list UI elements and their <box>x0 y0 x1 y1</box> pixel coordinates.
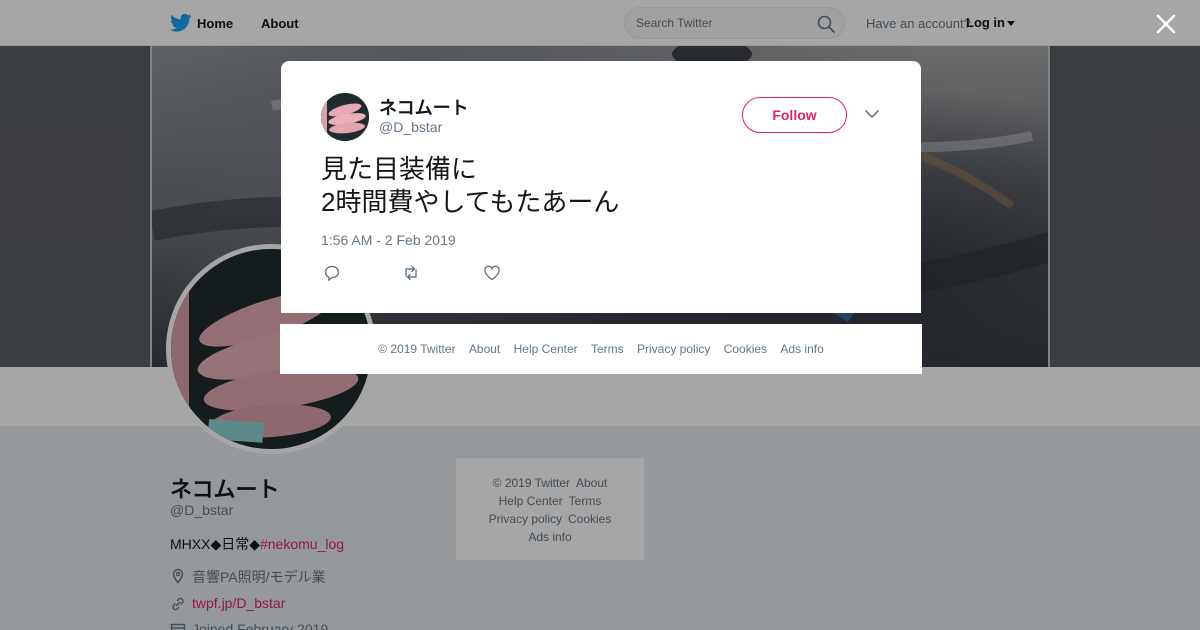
reply-icon[interactable] <box>323 264 341 282</box>
retweet-icon[interactable] <box>402 264 420 282</box>
tweet-text: 見た目装備に 2時間費やしてもたあーん <box>321 153 881 219</box>
tweet-modal: ネコムート @D_bstar Follow 見た目装備に 2時間費やしてもたあー… <box>281 61 921 313</box>
follow-button[interactable]: Follow <box>742 97 847 133</box>
tweet-text-line: 見た目装備に <box>321 154 478 184</box>
tweet-timestamp[interactable]: 1:56 AM - 2 Feb 2019 <box>321 232 456 248</box>
footer-help-link[interactable]: Help Center <box>514 342 578 356</box>
footer-terms-link[interactable]: Terms <box>591 342 624 356</box>
chevron-down-icon[interactable] <box>865 109 879 119</box>
footer-about-link[interactable]: About <box>469 342 500 356</box>
tweet-author-handle[interactable]: @D_bstar <box>379 119 442 135</box>
footer-copyright: © 2019 Twitter <box>378 342 456 356</box>
tweet-author-avatar[interactable] <box>321 93 369 141</box>
modal-footer: © 2019 Twitter About Help Center Terms P… <box>280 324 922 374</box>
tweet-text-line: 2時間費やしてもたあーん <box>321 187 620 217</box>
footer-privacy-link[interactable]: Privacy policy <box>637 342 710 356</box>
like-icon[interactable] <box>483 264 501 282</box>
close-icon[interactable] <box>1155 13 1177 35</box>
footer-cookies-link[interactable]: Cookies <box>724 342 767 356</box>
tweet-author-name[interactable]: ネコムート <box>379 94 469 120</box>
tweet-avatar-photo <box>321 93 369 141</box>
footer-ads-link[interactable]: Ads info <box>780 342 823 356</box>
